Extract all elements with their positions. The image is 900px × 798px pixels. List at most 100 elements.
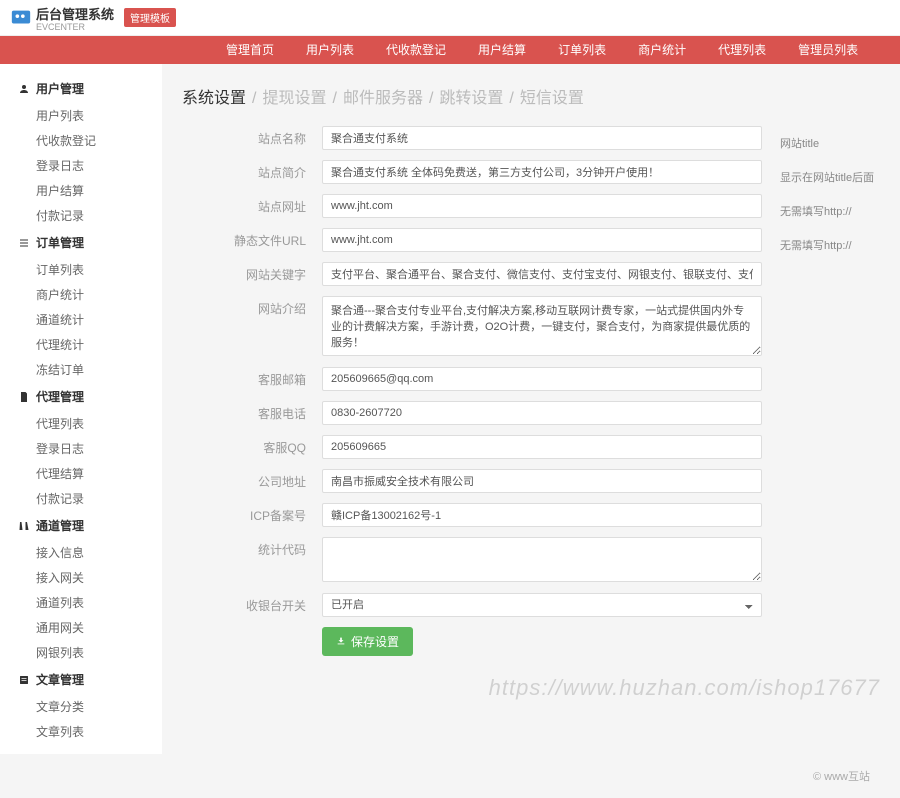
sidebar-group-0: 用户管理: [0, 74, 162, 103]
sidebar-item-1-4[interactable]: 冻结订单: [0, 357, 162, 382]
sidebar-item-2-3[interactable]: 付款记录: [0, 486, 162, 511]
form-hint-7: [780, 398, 900, 432]
form-row-9: 公司地址: [182, 469, 762, 495]
form-input-10[interactable]: [322, 503, 762, 527]
nav-item-1[interactable]: 用户列表: [290, 36, 370, 64]
form-hint-8: [780, 432, 900, 466]
sidebar-item-2-2[interactable]: 代理结算: [0, 461, 162, 486]
list-icon: [18, 237, 30, 249]
form-input-6[interactable]: [322, 367, 762, 391]
breadcrumb-sep: /: [332, 90, 336, 107]
breadcrumb-item-2[interactable]: 邮件服务器: [343, 90, 423, 107]
form-input-4[interactable]: [322, 262, 762, 286]
sidebar-item-2-1[interactable]: 登录日志: [0, 436, 162, 461]
form-row-2: 站点网址: [182, 194, 762, 220]
form-row-6: 客服邮箱: [182, 367, 762, 393]
sidebar-group-2: 代理管理: [0, 382, 162, 411]
form-control-9: [322, 469, 762, 493]
sidebar-item-3-2[interactable]: 通道列表: [0, 590, 162, 615]
nav-item-3[interactable]: 用户结算: [462, 36, 542, 64]
nav-item-5[interactable]: 商户统计: [622, 36, 702, 64]
breadcrumb: 系统设置/提现设置/邮件服务器/跳转设置/短信设置: [182, 84, 900, 108]
sidebar-item-0-3[interactable]: 用户结算: [0, 178, 162, 203]
form-input-9[interactable]: [322, 469, 762, 493]
form-input-5[interactable]: [322, 296, 762, 356]
sidebar-item-3-1[interactable]: 接入网关: [0, 565, 162, 590]
sidebar-item-1-0[interactable]: 订单列表: [0, 257, 162, 282]
sidebar-item-1-3[interactable]: 代理统计: [0, 332, 162, 357]
form-control-1: [322, 160, 762, 184]
form-control-5: [322, 296, 762, 359]
form-input-12[interactable]: 已开启: [322, 593, 762, 617]
form-hint-10: [780, 500, 900, 534]
sidebar-item-3-4[interactable]: 网银列表: [0, 640, 162, 665]
form-label-6: 客服邮箱: [182, 367, 322, 393]
logo-icon: [10, 7, 32, 29]
breadcrumb-item-1[interactable]: 提现设置: [262, 90, 326, 107]
form-label-9: 公司地址: [182, 469, 322, 495]
form-row-0: 站点名称: [182, 126, 762, 152]
nav-item-0[interactable]: 管理首页: [210, 36, 290, 64]
nav-item-7[interactable]: 管理员列表: [782, 36, 874, 64]
sidebar-group-title: 代理管理: [36, 388, 84, 405]
breadcrumb-item-4[interactable]: 短信设置: [520, 90, 584, 107]
save-button[interactable]: 保存设置: [322, 627, 413, 656]
sidebar: 用户管理用户列表代收款登记登录日志用户结算付款记录订单管理订单列表商户统计通道统…: [0, 64, 162, 754]
sidebar-item-3-0[interactable]: 接入信息: [0, 540, 162, 565]
header: 后台管理系统 EVCENTER 管理模板: [0, 0, 900, 36]
sidebar-item-3-3[interactable]: 通用网关: [0, 615, 162, 640]
form-hint-12: [780, 587, 900, 621]
form-hint-9: [780, 466, 900, 500]
form-label-12: 收银台开关: [182, 593, 322, 619]
form-input-8[interactable]: [322, 435, 762, 459]
form-input-0[interactable]: [322, 126, 762, 150]
article-icon: [18, 674, 30, 686]
form-row-1: 站点简介: [182, 160, 762, 186]
sidebar-item-0-4[interactable]: 付款记录: [0, 203, 162, 228]
sidebar-group-1: 订单管理: [0, 228, 162, 257]
form-label-7: 客服电话: [182, 401, 322, 427]
form-row-3: 静态文件URL: [182, 228, 762, 254]
form-control-11: [322, 537, 762, 585]
user-icon: [18, 83, 30, 95]
form-hint-0: 网站title: [780, 126, 900, 160]
breadcrumb-sep: /: [429, 90, 433, 107]
form-input-1[interactable]: [322, 160, 762, 184]
sidebar-item-4-0[interactable]: 文章分类: [0, 694, 162, 719]
form-hint-11: [780, 534, 900, 587]
sidebar-item-1-1[interactable]: 商户统计: [0, 282, 162, 307]
form-input-7[interactable]: [322, 401, 762, 425]
sidebar-item-0-2[interactable]: 登录日志: [0, 153, 162, 178]
form-input-11[interactable]: [322, 537, 762, 582]
form-input-3[interactable]: [322, 228, 762, 252]
template-badge[interactable]: 管理模板: [124, 8, 176, 27]
form-control-3: [322, 228, 762, 252]
form-input-2[interactable]: [322, 194, 762, 218]
sidebar-item-4-1[interactable]: 文章列表: [0, 719, 162, 744]
breadcrumb-item-3[interactable]: 跳转设置: [439, 90, 503, 107]
brand-subtitle: EVCENTER: [36, 23, 114, 32]
form-control-8: [322, 435, 762, 459]
form-hint-1: 显示在网站title后面: [780, 160, 900, 194]
form-hint-5: [780, 296, 900, 364]
road-icon: [18, 520, 30, 532]
content: 系统设置/提现设置/邮件服务器/跳转设置/短信设置 站点名称站点简介站点网址静态…: [162, 64, 900, 754]
nav-item-6[interactable]: 代理列表: [702, 36, 782, 64]
nav-item-2[interactable]: 代收款登记: [370, 36, 462, 64]
breadcrumb-item-0[interactable]: 系统设置: [182, 90, 246, 107]
sidebar-item-0-0[interactable]: 用户列表: [0, 103, 162, 128]
footer: © www互站: [0, 754, 900, 798]
sidebar-item-0-1[interactable]: 代收款登记: [0, 128, 162, 153]
form-control-12: 已开启: [322, 593, 762, 617]
sidebar-item-1-2[interactable]: 通道统计: [0, 307, 162, 332]
form-control-10: [322, 503, 762, 527]
sidebar-group-title: 订单管理: [36, 234, 84, 251]
sidebar-group-4: 文章管理: [0, 665, 162, 694]
sidebar-group-title: 用户管理: [36, 80, 84, 97]
save-button-label: 保存设置: [351, 633, 399, 650]
sidebar-item-2-0[interactable]: 代理列表: [0, 411, 162, 436]
form-label-10: ICP备案号: [182, 503, 322, 529]
form-row-5: 网站介绍: [182, 296, 762, 359]
form-row-12: 收银台开关已开启: [182, 593, 762, 619]
nav-item-4[interactable]: 订单列表: [542, 36, 622, 64]
